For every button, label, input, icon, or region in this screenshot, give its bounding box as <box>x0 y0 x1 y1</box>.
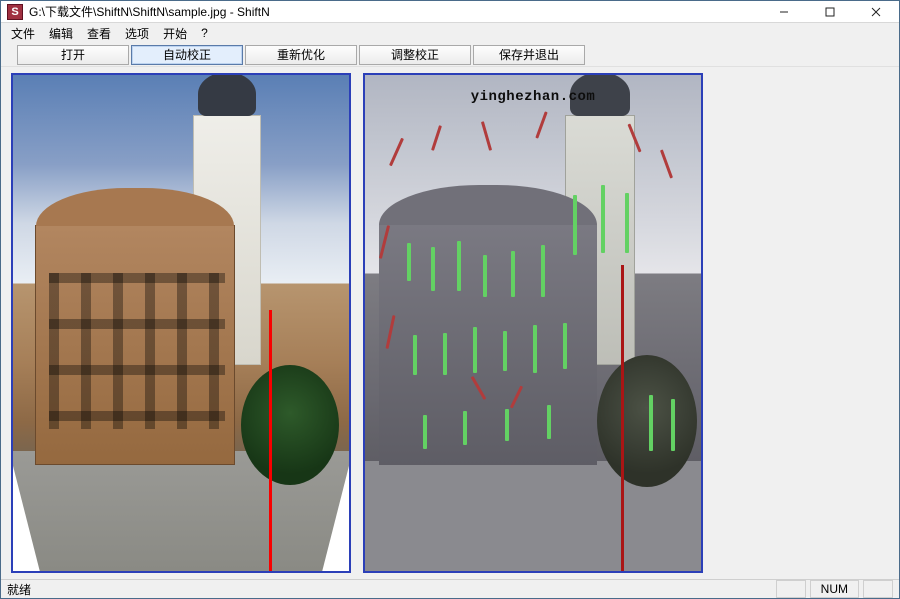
adjust-button[interactable]: 调整校正 <box>359 45 471 65</box>
app-window: S G:\下载文件\ShiftN\ShiftN\sample.jpg - Shi… <box>0 0 900 599</box>
titlebar: S G:\下载文件\ShiftN\ShiftN\sample.jpg - Shi… <box>1 1 899 23</box>
status-numlock: NUM <box>810 580 859 598</box>
menu-help[interactable]: ? <box>195 24 214 42</box>
status-cell-empty-2 <box>863 580 893 598</box>
window-title: G:\下载文件\ShiftN\ShiftN\sample.jpg - Shift… <box>29 3 761 20</box>
analysis-image-panel: yinghezhan.com <box>363 73 703 573</box>
statusbar: 就绪 NUM <box>1 579 899 598</box>
open-button[interactable]: 打开 <box>17 45 129 65</box>
original-image-panel <box>11 73 351 573</box>
window-controls <box>761 1 899 22</box>
menu-options[interactable]: 选项 <box>119 23 155 44</box>
close-button[interactable] <box>853 1 899 22</box>
save-exit-button[interactable]: 保存并退出 <box>473 45 585 65</box>
original-image <box>13 75 349 571</box>
reoptimize-button[interactable]: 重新优化 <box>245 45 357 65</box>
menu-view[interactable]: 查看 <box>81 23 117 44</box>
menu-edit[interactable]: 编辑 <box>43 23 79 44</box>
status-cell-empty <box>776 580 806 598</box>
client-area: yinghezhan.com <box>1 67 899 579</box>
maximize-icon <box>825 7 835 17</box>
minimize-button[interactable] <box>761 1 807 22</box>
close-icon <box>871 7 881 17</box>
minimize-icon <box>779 7 789 17</box>
maximize-button[interactable] <box>807 1 853 22</box>
menubar: 文件 编辑 查看 选项 开始 ? <box>1 23 899 43</box>
watermark-text: yinghezhan.com <box>365 89 701 105</box>
analysis-image: yinghezhan.com <box>365 75 701 571</box>
auto-correct-button[interactable]: 自动校正 <box>131 45 243 65</box>
toolbar: 打开 自动校正 重新优化 调整校正 保存并退出 <box>1 43 899 67</box>
menu-start[interactable]: 开始 <box>157 23 193 44</box>
vertical-guide-line <box>269 310 272 573</box>
menu-file[interactable]: 文件 <box>5 23 41 44</box>
app-icon: S <box>7 4 23 20</box>
vertical-guide-line <box>621 265 624 573</box>
status-ready: 就绪 <box>7 581 772 598</box>
